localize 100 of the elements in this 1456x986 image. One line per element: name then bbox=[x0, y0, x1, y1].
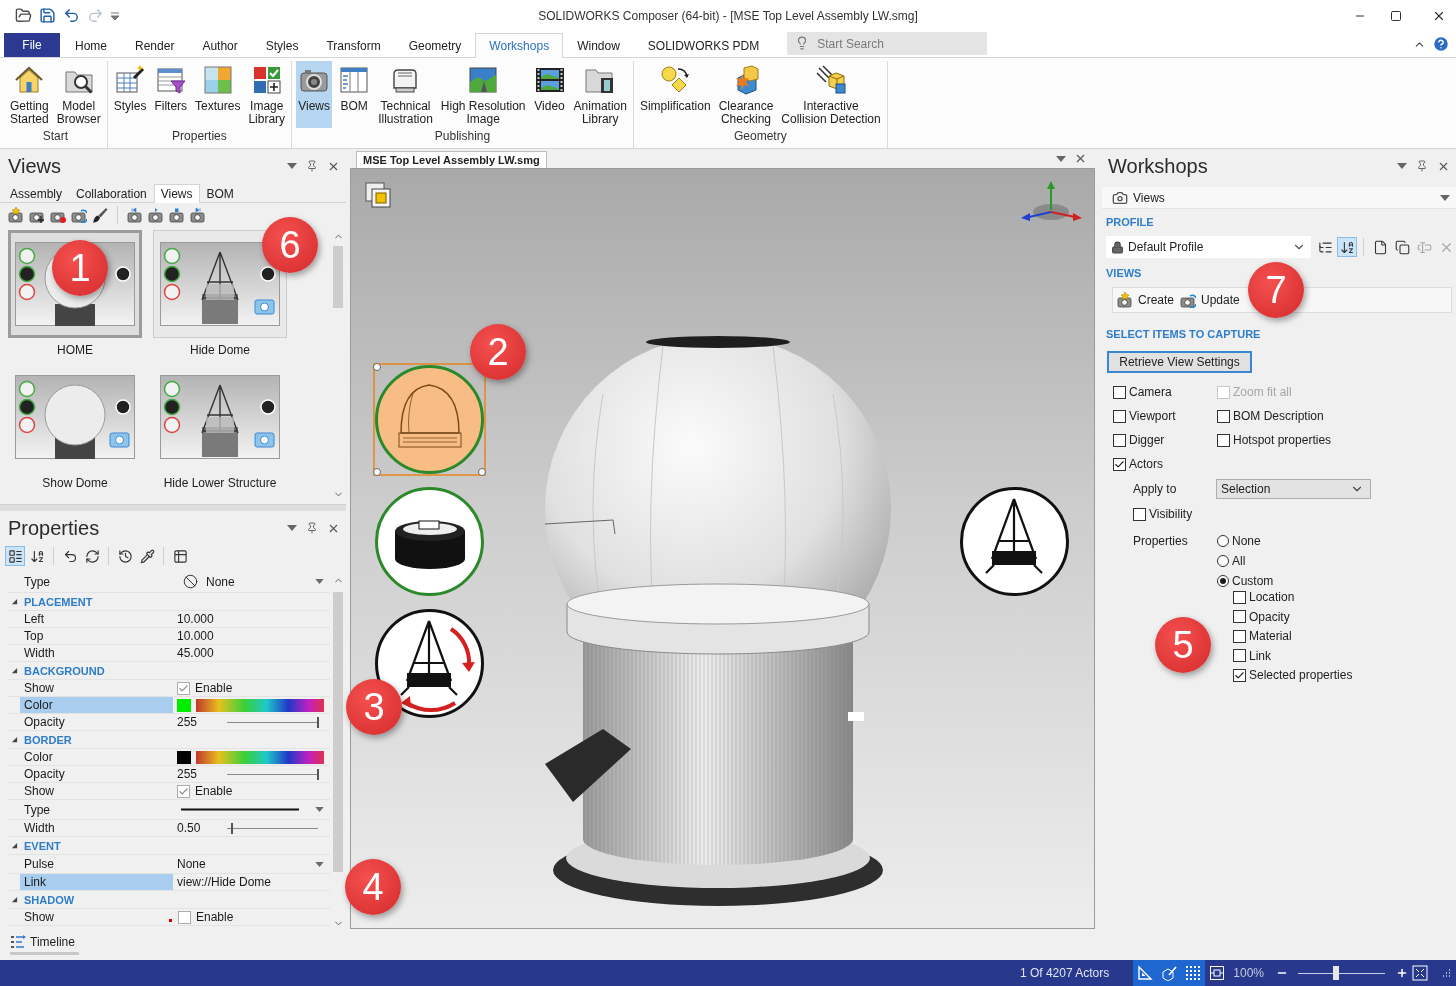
ribbon-button[interactable]: Simplification bbox=[637, 61, 713, 128]
slider-track[interactable] bbox=[227, 715, 318, 729]
ribbon-button[interactable]: Views bbox=[296, 61, 333, 128]
camera-star-icon[interactable] bbox=[8, 207, 24, 223]
ribbon-button[interactable]: BOM bbox=[336, 61, 373, 128]
ribbon-tab[interactable]: Home bbox=[61, 33, 121, 58]
workshop-dropdown[interactable]: Views bbox=[1102, 187, 1456, 209]
ribbon-button[interactable]: Interactive Collision Detection bbox=[779, 61, 883, 128]
customize-caret-icon[interactable] bbox=[111, 11, 119, 20]
checkbox[interactable] bbox=[178, 910, 191, 924]
maximize-icon[interactable] bbox=[1390, 9, 1402, 22]
fit-all-icon[interactable] bbox=[1412, 965, 1428, 981]
camera-first-icon[interactable] bbox=[127, 207, 143, 223]
ribbon-tab[interactable]: Render bbox=[121, 33, 189, 58]
ribbon-tab[interactable]: Transform bbox=[312, 33, 395, 58]
ribbon-button[interactable]: Video bbox=[531, 61, 568, 128]
radio-button[interactable] bbox=[1217, 535, 1229, 547]
collapse-triangle-icon[interactable] bbox=[10, 842, 18, 849]
checkbox[interactable] bbox=[1113, 409, 1126, 423]
document-tab[interactable]: MSE Top Level Assembly LW.smg bbox=[356, 151, 547, 168]
ribbon-tab[interactable]: Author bbox=[188, 33, 252, 58]
ribbon-button[interactable]: Filters bbox=[152, 61, 190, 128]
help-icon[interactable] bbox=[1432, 35, 1450, 53]
stacked-squares-icon[interactable] bbox=[365, 182, 392, 209]
checkbox[interactable] bbox=[177, 681, 190, 695]
color-swatch[interactable] bbox=[177, 698, 191, 712]
checkbox[interactable] bbox=[1133, 507, 1146, 521]
slider-thumb[interactable] bbox=[230, 822, 233, 834]
retrieve-view-settings-button[interactable]: Retrieve View Settings bbox=[1107, 351, 1252, 373]
checkbox[interactable] bbox=[1233, 668, 1246, 682]
ribbon-tab[interactable]: Geometry bbox=[394, 33, 476, 58]
dot-grid-icon[interactable] bbox=[1181, 960, 1206, 986]
ribbon-button[interactable]: Animation Library bbox=[571, 61, 629, 128]
camera-previous-icon[interactable] bbox=[148, 207, 164, 223]
checkbox[interactable] bbox=[1113, 385, 1126, 399]
checkbox[interactable] bbox=[1233, 610, 1246, 623]
panel-tab[interactable]: Collaboration bbox=[69, 184, 154, 203]
checkbox[interactable] bbox=[177, 784, 190, 798]
collapse-triangle-icon[interactable] bbox=[10, 667, 18, 674]
toolbar-button[interactable]: Update bbox=[1180, 292, 1240, 308]
collapse-triangle-icon[interactable] bbox=[10, 598, 18, 605]
collapse-triangle-icon[interactable] bbox=[10, 736, 18, 743]
apply-to-dropdown[interactable]: Selection bbox=[1216, 479, 1371, 499]
ribbon-button[interactable]: Styles bbox=[111, 61, 149, 128]
folder-open-icon[interactable] bbox=[15, 7, 32, 24]
dropdown-caret-icon[interactable] bbox=[287, 163, 297, 169]
ribbon-button[interactable]: Model Browser bbox=[54, 61, 103, 128]
color-swatch[interactable] bbox=[177, 750, 191, 764]
dropdown-caret-icon[interactable] bbox=[1056, 155, 1066, 162]
panel-tab[interactable]: Views bbox=[153, 184, 200, 203]
ribbon-button[interactable]: Textures bbox=[193, 61, 243, 128]
ribbon-tab[interactable]: Workshops bbox=[475, 33, 564, 58]
camera-refresh-icon[interactable] bbox=[71, 207, 87, 223]
radio-button[interactable] bbox=[1217, 555, 1229, 567]
zoom-slider-thumb[interactable] bbox=[1333, 966, 1340, 980]
pin-icon[interactable] bbox=[306, 522, 318, 534]
toolbar-button[interactable]: Create bbox=[1117, 292, 1175, 308]
circular-link-image[interactable] bbox=[373, 485, 486, 598]
pin-icon[interactable] bbox=[1416, 160, 1428, 172]
checkbox[interactable] bbox=[1113, 433, 1126, 447]
ribbon-button[interactable]: Image Library bbox=[246, 61, 288, 128]
camera-stop-icon[interactable] bbox=[169, 207, 185, 223]
panel-tab[interactable]: BOM bbox=[199, 184, 241, 203]
sort-az-icon[interactable] bbox=[1337, 237, 1357, 257]
close-icon[interactable] bbox=[1074, 152, 1087, 165]
checkbox[interactable] bbox=[1217, 433, 1230, 447]
circular-link-image[interactable] bbox=[958, 485, 1071, 598]
profile-dropdown[interactable]: Default Profile bbox=[1106, 236, 1311, 258]
scrollbar-thumb[interactable] bbox=[333, 246, 343, 308]
radio-button[interactable] bbox=[1217, 575, 1229, 587]
panel-tab[interactable]: Assembly bbox=[3, 184, 69, 203]
ribbon-button[interactable]: High Resolution Image bbox=[438, 61, 528, 128]
search-field[interactable]: Start Search bbox=[787, 32, 988, 55]
ribbon-tab[interactable]: Styles bbox=[251, 33, 313, 58]
color-spectrum[interactable] bbox=[196, 698, 324, 712]
zoom-slider[interactable] bbox=[1298, 966, 1385, 980]
paint-brush-icon[interactable] bbox=[92, 207, 108, 223]
zoom-in-icon[interactable] bbox=[1396, 967, 1408, 979]
checkbox[interactable] bbox=[1233, 629, 1246, 643]
file-tab[interactable]: File bbox=[4, 33, 60, 57]
collapse-triangle-icon[interactable] bbox=[10, 896, 18, 903]
resize-grip-icon[interactable] bbox=[1441, 968, 1451, 978]
slider-track[interactable] bbox=[227, 821, 318, 835]
ribbon-tab[interactable]: SOLIDWORKS PDM bbox=[633, 33, 774, 58]
set-square-icon[interactable] bbox=[1133, 960, 1158, 986]
checkbox[interactable] bbox=[1233, 649, 1246, 662]
axis-triad-icon[interactable] bbox=[1020, 180, 1083, 223]
scrollbar-thumb[interactable] bbox=[333, 592, 343, 872]
timeline-tab[interactable]: Timeline bbox=[10, 935, 79, 955]
ribbon-button[interactable]: Getting Started bbox=[8, 61, 51, 128]
checkbox[interactable] bbox=[1233, 590, 1246, 604]
checkbox[interactable] bbox=[1217, 409, 1230, 423]
dropdown-caret-icon[interactable] bbox=[287, 525, 297, 531]
color-spectrum[interactable] bbox=[196, 750, 324, 764]
type-dropdown[interactable]: None bbox=[177, 571, 324, 592]
camera-next-icon[interactable] bbox=[190, 207, 206, 223]
checkbox[interactable] bbox=[1113, 457, 1126, 471]
ribbon-button[interactable]: Clearance Checking bbox=[716, 61, 776, 128]
ribbon-button[interactable]: Technical Illustration bbox=[376, 61, 435, 128]
pin-icon[interactable] bbox=[306, 160, 318, 172]
